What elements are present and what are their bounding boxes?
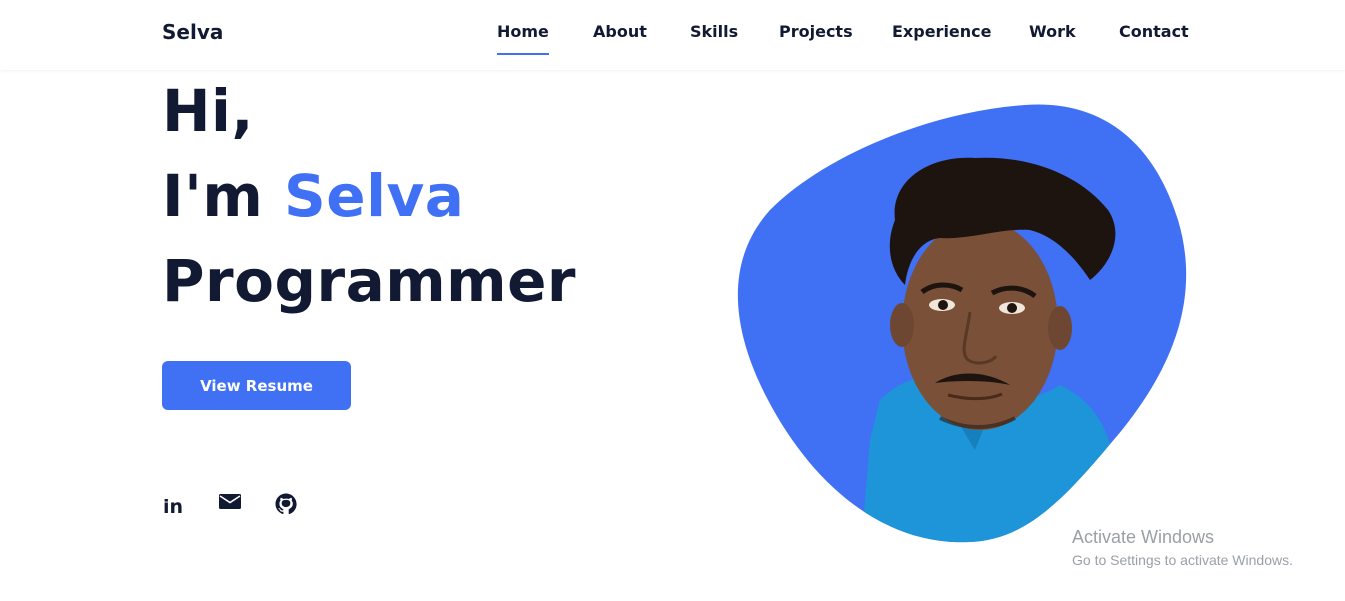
nav-contact[interactable]: Contact xyxy=(1119,22,1189,41)
mail-icon[interactable] xyxy=(218,492,242,516)
site-header: Selva Home About Skills Projects Experie… xyxy=(0,0,1345,70)
nav-experience[interactable]: Experience xyxy=(892,22,992,41)
site-logo[interactable]: Selva xyxy=(162,20,223,44)
nav-home[interactable]: Home xyxy=(497,22,549,55)
github-icon[interactable] xyxy=(274,492,298,516)
hero-intro: I'm Selva xyxy=(162,167,464,225)
nav-projects[interactable]: Projects xyxy=(779,22,853,41)
hero-role: Programmer xyxy=(162,247,577,315)
linkedin-icon[interactable]: in xyxy=(162,492,186,518)
nav-skills[interactable]: Skills xyxy=(690,22,738,41)
view-resume-button[interactable]: View Resume xyxy=(162,361,351,410)
hero-name: Selva xyxy=(283,162,465,230)
profile-photo xyxy=(730,100,1190,545)
hero-intro-prefix: I'm xyxy=(162,162,284,230)
nav-work[interactable]: Work xyxy=(1029,22,1076,41)
nav-about[interactable]: About xyxy=(593,22,647,41)
linkedin-label: in xyxy=(163,496,183,516)
watermark-subtitle: Go to Settings to activate Windows. xyxy=(1072,552,1293,568)
hero-greeting: Hi, xyxy=(162,77,254,145)
windows-activation-watermark: Activate Windows Go to Settings to activ… xyxy=(1072,527,1293,568)
social-links: in xyxy=(162,492,302,520)
watermark-title: Activate Windows xyxy=(1072,527,1215,547)
